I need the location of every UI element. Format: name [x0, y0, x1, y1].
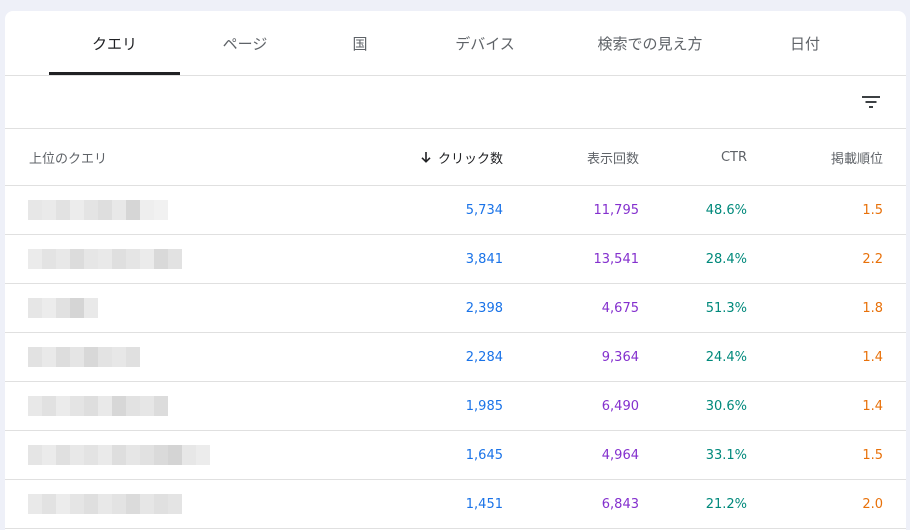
impressions-value: 4,675	[601, 300, 639, 316]
ctr-value: 30.6%	[705, 398, 747, 414]
tab-device[interactable]: デバイス	[420, 11, 550, 75]
impressions-value: 9,364	[601, 349, 639, 365]
column-header-label: クリック数	[437, 151, 503, 167]
impressions-value: 13,541	[593, 251, 640, 267]
tab-country[interactable]: 国	[310, 11, 410, 75]
ctr-value: 33.1%	[705, 447, 747, 463]
position-value: 2.0	[862, 496, 883, 512]
tab-query[interactable]: クエリ	[49, 11, 180, 75]
column-header-label: 表示回数	[586, 151, 639, 167]
tab-date[interactable]: 日付	[750, 11, 860, 75]
tab-label: 検索での見え方	[597, 34, 703, 53]
position-value: 1.5	[862, 447, 883, 463]
column-header-query[interactable]: 上位のクエリ	[29, 129, 229, 185]
table-body: 5,734 11,795 48.6% 1.5 3,841 13,541 28.4…	[5, 186, 906, 529]
column-header-position[interactable]: 掲載順位	[765, 129, 883, 185]
redacted-query	[28, 396, 168, 416]
performance-card: クエリ ページ 国 デバイス 検索での見え方 日付 上位のクエリ クリック数 表…	[5, 11, 906, 530]
filter-list-icon	[862, 96, 880, 108]
table-header: 上位のクエリ クリック数 表示回数 CTR 掲載順位	[5, 129, 906, 186]
tab-label: 国	[352, 34, 368, 53]
clicks-value: 2,398	[465, 300, 503, 316]
column-header-label: 上位のクエリ	[29, 151, 108, 167]
impressions-value: 4,964	[601, 447, 639, 463]
tab-search-appearance[interactable]: 検索での見え方	[565, 11, 735, 75]
redacted-query	[28, 494, 182, 514]
clicks-value: 3,841	[465, 251, 503, 267]
tab-label: デバイス	[455, 34, 515, 53]
column-header-impressions[interactable]: 表示回数	[525, 129, 639, 185]
table-row[interactable]: 1,451 6,843 21.2% 2.0	[5, 480, 906, 529]
active-tab-indicator	[49, 72, 180, 75]
redacted-query	[28, 200, 168, 220]
table-row[interactable]: 5,734 11,795 48.6% 1.5	[5, 186, 906, 235]
dimension-tabs: クエリ ページ 国 デバイス 検索での見え方 日付	[5, 11, 906, 76]
tab-page[interactable]: ページ	[190, 11, 300, 75]
column-header-clicks[interactable]: クリック数	[365, 129, 503, 185]
table-toolbar	[5, 76, 906, 129]
arrow-down-icon	[420, 151, 432, 163]
tab-label: クエリ	[91, 34, 137, 53]
impressions-value: 11,795	[593, 202, 640, 218]
redacted-query	[28, 249, 182, 269]
redacted-query	[28, 298, 98, 318]
redacted-query	[28, 445, 210, 465]
tab-label: ページ	[222, 34, 268, 53]
impressions-value: 6,490	[601, 398, 639, 414]
impressions-value: 6,843	[601, 496, 639, 512]
ctr-value: 24.4%	[705, 349, 747, 365]
clicks-value: 1,985	[465, 398, 503, 414]
position-value: 1.4	[862, 398, 883, 414]
column-header-ctr[interactable]: CTR	[665, 129, 747, 185]
column-header-label: CTR	[720, 149, 747, 165]
position-value: 1.4	[862, 349, 883, 365]
table-row[interactable]: 2,284 9,364 24.4% 1.4	[5, 333, 906, 382]
redacted-query	[28, 347, 140, 367]
table-row[interactable]: 1,985 6,490 30.6% 1.4	[5, 382, 906, 431]
ctr-value: 48.6%	[705, 202, 747, 218]
table-row[interactable]: 1,645 4,964 33.1% 1.5	[5, 431, 906, 480]
position-value: 2.2	[862, 251, 883, 267]
ctr-value: 51.3%	[705, 300, 747, 316]
ctr-value: 28.4%	[705, 251, 747, 267]
clicks-value: 1,451	[465, 496, 503, 512]
table-row[interactable]: 2,398 4,675 51.3% 1.8	[5, 284, 906, 333]
column-header-label: 掲載順位	[830, 151, 883, 167]
position-value: 1.8	[862, 300, 883, 316]
filter-button[interactable]	[857, 88, 885, 116]
table-row[interactable]: 3,841 13,541 28.4% 2.2	[5, 235, 906, 284]
clicks-value: 1,645	[465, 447, 503, 463]
ctr-value: 21.2%	[705, 496, 747, 512]
position-value: 1.5	[862, 202, 883, 218]
tab-label: 日付	[789, 34, 820, 53]
clicks-value: 2,284	[465, 349, 503, 365]
clicks-value: 5,734	[465, 202, 503, 218]
